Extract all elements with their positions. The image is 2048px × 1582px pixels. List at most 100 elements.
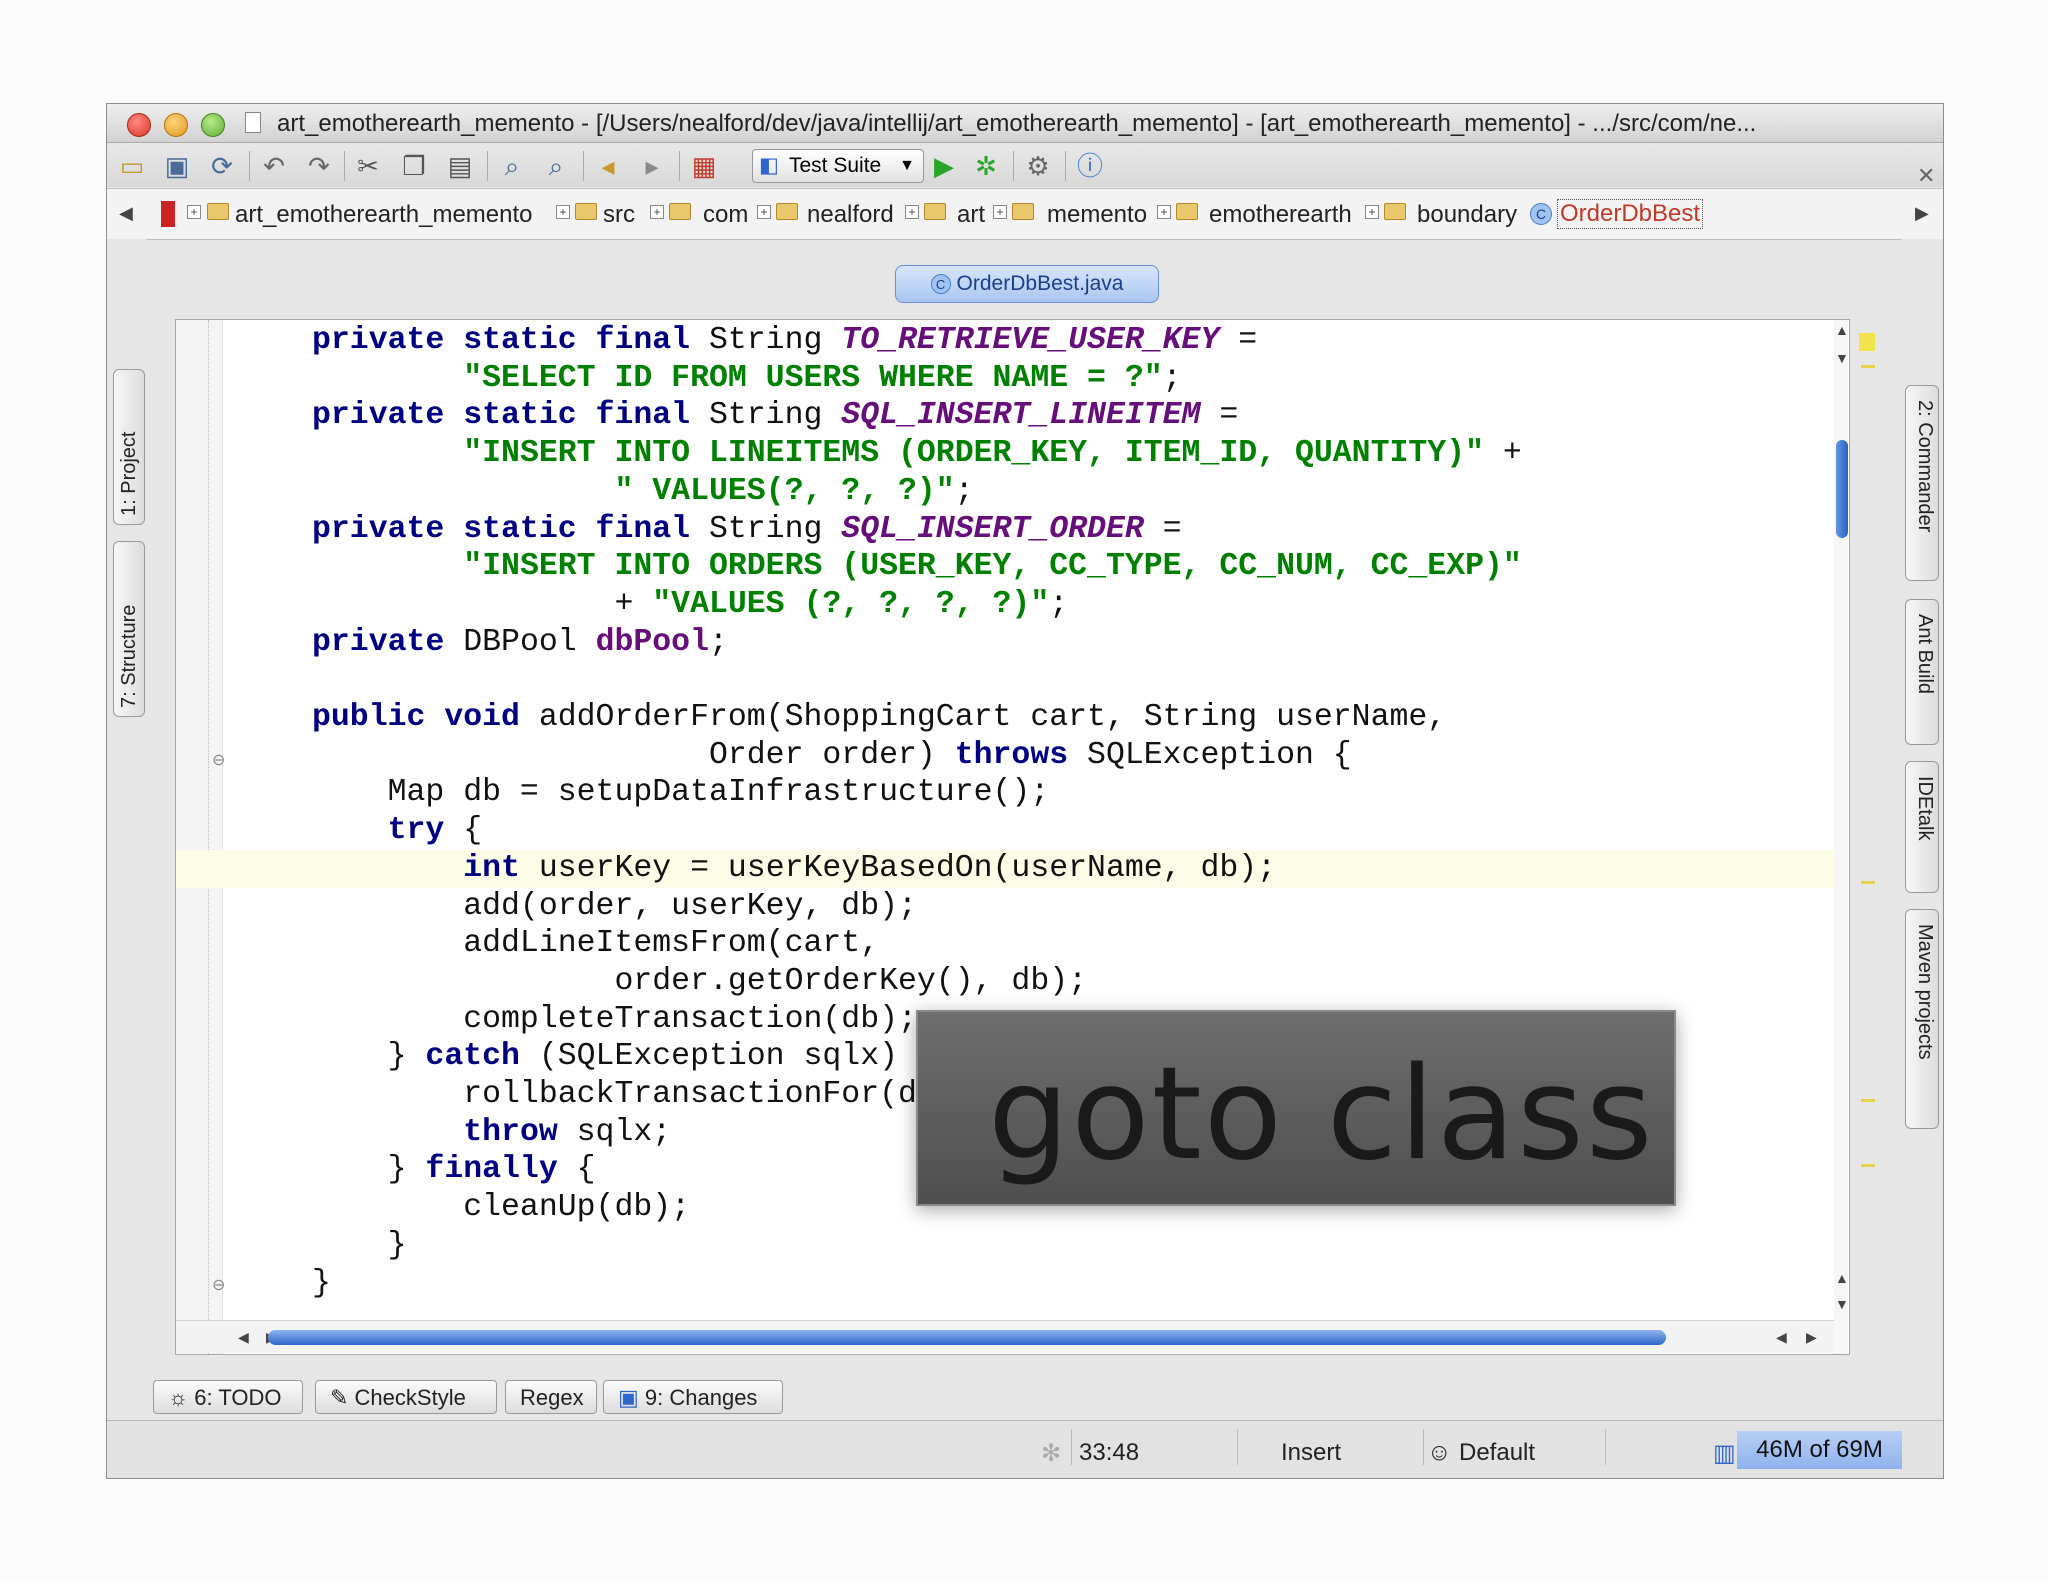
code-line[interactable]: "INSERT INTO LINEITEMS (ORDER_KEY, ITEM_…	[176, 435, 1834, 473]
code-line[interactable]: }	[176, 1227, 1834, 1265]
code-line-current[interactable]: int userKey = userKeyBasedOn(userName, d…	[176, 849, 1834, 888]
tool-tab-changes[interactable]: ▣ 9: Changes	[603, 1380, 783, 1414]
expand-icon[interactable]: +	[650, 205, 664, 219]
editor-tab-active[interactable]: C OrderDbBest.java	[895, 265, 1159, 303]
code-line[interactable]: private static final String SQL_INSERT_L…	[176, 397, 1834, 435]
code-line[interactable]: Order order) throws SQLException {	[176, 737, 1834, 775]
paste-icon[interactable]: ▤	[445, 151, 475, 181]
redo-icon[interactable]: ↷	[304, 151, 334, 181]
back-icon[interactable]: ◂	[593, 151, 623, 181]
breadcrumb-art[interactable]: art	[957, 201, 985, 229]
insert-mode[interactable]: Insert	[1281, 1439, 1341, 1467]
breadcrumb-com[interactable]: com	[703, 201, 748, 229]
expand-icon[interactable]: +	[993, 205, 1007, 219]
code-line[interactable]: "INSERT INTO ORDERS (USER_KEY, CC_TYPE, …	[176, 548, 1834, 586]
expand-icon[interactable]: +	[905, 205, 919, 219]
warning-marker[interactable]	[1861, 1099, 1875, 1102]
scroll-up-arrow-icon[interactable]: ▲	[1835, 322, 1849, 338]
replace-icon[interactable]: ⌕	[541, 151, 571, 181]
scroll-up-arrow-icon[interactable]: ▲	[1835, 1270, 1849, 1286]
tool-tab-commander[interactable]: 2: Commander	[1905, 385, 1939, 581]
code-line[interactable]: private static final String SQL_INSERT_O…	[176, 511, 1834, 549]
structure-icon[interactable]: ▦	[689, 151, 719, 181]
save-icon[interactable]: ▣	[162, 151, 192, 181]
tool-tab-project[interactable]: 1: Project	[113, 369, 145, 525]
code-line[interactable]: addLineItemsFrom(cart,	[176, 925, 1834, 963]
close-window-icon[interactable]	[127, 113, 151, 137]
code-line[interactable]: " VALUES(?, ?, ?)";	[176, 473, 1834, 511]
memory-indicator[interactable]: 46M of 69M	[1737, 1431, 1902, 1469]
inspection-profile[interactable]: Default	[1459, 1439, 1535, 1467]
expand-icon[interactable]: +	[1365, 205, 1379, 219]
breadcrumb-class-current[interactable]: OrderDbBest	[1557, 199, 1704, 229]
scroll-right-arrow-icon[interactable]: ▶	[1806, 1329, 1817, 1346]
scroll-down-arrow-icon[interactable]: ▼	[1835, 350, 1849, 366]
find-icon[interactable]: ⌕	[497, 151, 527, 181]
warning-marker[interactable]	[1861, 881, 1875, 884]
open-icon[interactable]: ▭	[117, 151, 147, 181]
code-token: }	[312, 1039, 426, 1075]
zoom-window-icon[interactable]	[201, 113, 225, 137]
code-line[interactable]: private static final String TO_RETRIEVE_…	[176, 322, 1834, 360]
tool-tab-maven[interactable]: Maven projects	[1905, 909, 1939, 1129]
nav-back-arrow-icon[interactable]: ◀	[119, 203, 133, 224]
undo-icon[interactable]: ↶	[259, 151, 289, 181]
settings-icon[interactable]: ⚙	[1023, 151, 1053, 181]
cut-icon[interactable]: ✂	[353, 151, 383, 181]
tool-tab-ant-build[interactable]: Ant Build	[1905, 599, 1939, 745]
scroll-down-arrow-icon[interactable]: ▼	[1835, 1296, 1849, 1312]
code-line[interactable]: "SELECT ID FROM USERS WHERE NAME = ?";	[176, 360, 1834, 398]
horizontal-scroll-thumb[interactable]	[268, 1330, 1666, 1345]
breadcrumb-nealford[interactable]: nealford	[807, 201, 894, 229]
breadcrumb-project[interactable]: art_emotherearth_memento	[235, 201, 533, 229]
breadcrumb-boundary[interactable]: boundary	[1417, 201, 1517, 229]
sync-icon[interactable]: ⟳	[207, 151, 237, 181]
garbage-collect-icon[interactable]: ▥	[1713, 1439, 1736, 1468]
code-line[interactable]	[176, 661, 1834, 699]
minimize-window-icon[interactable]	[164, 113, 188, 137]
expand-icon[interactable]: +	[556, 205, 570, 219]
vertical-scroll-thumb[interactable]	[1836, 440, 1848, 538]
tool-tab-regex[interactable]: Regex	[505, 1380, 597, 1414]
tool-tab-structure[interactable]: 7: Structure	[113, 541, 145, 717]
tool-tab-idetalk[interactable]: IDEtalk	[1905, 761, 1939, 893]
warning-marker[interactable]	[1861, 365, 1875, 368]
code-line[interactable]: try {	[176, 812, 1834, 850]
tool-tab-checkstyle[interactable]: ✎ CheckStyle	[315, 1380, 497, 1414]
copy-icon[interactable]: ❐	[399, 151, 429, 181]
breadcrumb-src[interactable]: src	[603, 201, 635, 229]
code-line[interactable]: add(order, userKey, db);	[176, 888, 1834, 926]
status-separator	[1071, 1429, 1072, 1465]
run-configuration-select[interactable]: ◧ Test Suite ▼	[752, 149, 924, 183]
code-line[interactable]: Map db = setupDataInfrastructure();	[176, 774, 1834, 812]
code-line[interactable]: public void addOrderFrom(ShoppingCart ca…	[176, 699, 1834, 737]
code-token: String	[708, 323, 842, 358]
close-icon[interactable]: ✕	[1917, 163, 1935, 189]
warning-marker[interactable]	[1861, 1164, 1875, 1167]
scroll-left-arrow-icon[interactable]: ◀	[1776, 1329, 1787, 1346]
nav-forward-arrow-icon[interactable]: ▶	[1915, 203, 1929, 224]
expand-icon[interactable]: +	[757, 205, 771, 219]
vertical-scrollbar[interactable]: ▲ ▼ ▲ ▼	[1834, 320, 1849, 1354]
code-line[interactable]: order.getOrderKey(), db);	[176, 963, 1834, 1001]
code-line[interactable]: }	[176, 1265, 1834, 1303]
caret-position[interactable]: 33:48	[1079, 1439, 1139, 1467]
breadcrumb-memento[interactable]: memento	[1047, 201, 1147, 229]
forward-icon[interactable]: ▸	[637, 151, 667, 181]
scroll-left-arrow-icon[interactable]: ◀	[238, 1329, 249, 1346]
horizontal-scrollbar[interactable]: ◀ ▶ ◀ ▶	[176, 1320, 1834, 1353]
code-line[interactable]: + "VALUES (?, ?, ?, ?)";	[176, 586, 1834, 624]
code-line[interactable]: private DBPool dbPool;	[176, 624, 1834, 662]
expand-icon[interactable]: +	[1157, 205, 1171, 219]
breadcrumb-emotherearth[interactable]: emotherearth	[1209, 201, 1352, 229]
debug-icon[interactable]: ✲	[971, 151, 1001, 181]
code-token: "SELECT ID FROM USERS WHERE NAME = ?"	[463, 360, 1163, 396]
tool-tab-todo[interactable]: ☼ 6: TODO	[153, 1380, 303, 1414]
expand-icon[interactable]: +	[187, 205, 201, 219]
help-icon[interactable]: ⓘ	[1075, 151, 1105, 181]
code-token: order.getOrderKey(), db);	[312, 963, 1088, 999]
run-icon[interactable]: ▶	[929, 151, 959, 181]
code-token: try	[387, 813, 464, 849]
error-stripe[interactable]	[1857, 319, 1879, 1339]
